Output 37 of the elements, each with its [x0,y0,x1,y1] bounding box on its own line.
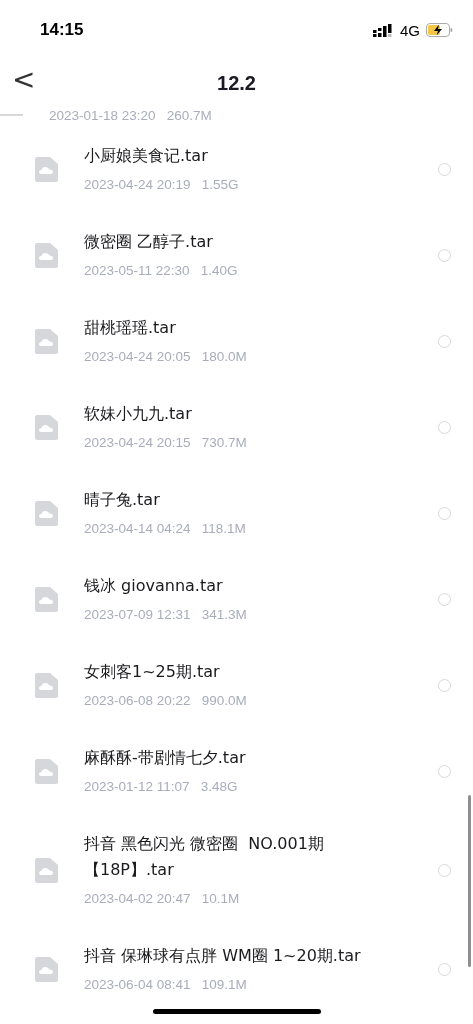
file-name: 晴子兔.tar [84,489,161,511]
file-cloud-icon [35,857,58,883]
file-name: 甜桃瑶瑶.tar [84,317,177,339]
file-name: 抖音 保琳球有点胖 WM圈 1~20期.tar [84,945,362,967]
back-button[interactable]: < [0,60,48,100]
file-date-size: 2023-04-24 20:19 1.55G [84,176,240,194]
network-type: 4G [400,21,420,39]
file-cloud-icon [35,758,58,784]
file-date-size: 2023-01-12 11:07 3.48G [84,778,239,796]
file-cloud-icon [35,414,58,440]
file-date-size: 2023-04-02 20:47 10.1M [84,890,241,908]
battery-charging-icon [426,23,453,37]
status-time: 14:15 [40,20,85,40]
file-name: 小厨娘美食记.tar [84,145,209,167]
file-date-size: 2023-04-24 20:15 730.7M [84,434,248,452]
file-cloud-icon [35,156,58,182]
file-cloud-icon [35,328,58,354]
file-date-size: 2023-07-09 12:31 341.3M [84,606,248,624]
file-name: 钱冰 giovanna.tar [84,575,224,597]
file-date-size: 2023-05-11 22:30 1.40G [84,262,239,280]
file-cloud-icon [35,956,58,982]
file-cloud-icon [35,672,58,698]
file-cloud-icon [35,242,58,268]
file-cloud-icon [35,500,58,526]
file-name: 女刺客1~25期.tar [84,661,221,683]
file-name: 微密圈 乙醇子.tar [84,231,214,253]
file-date-size: 2023-01-18 23:20 260.7M [49,107,212,125]
file-date-size: 2023-06-04 08:41 109.1M [84,976,248,994]
file-name: 软妹小九九.tar [84,403,193,425]
file-cloud-icon [35,586,58,612]
file-date-size: 2023-06-08 20:22 990.0M [84,692,248,710]
page-title: 12.2 [217,71,256,94]
signal-icon [373,23,394,37]
file-name: 麻酥酥-带剧情七夕.tar [84,747,247,769]
file-date-size: 2023-04-14 04:24 118.1M [84,520,247,538]
file-name: 抖音 黑色闪光 微密圈 NO.001期【18P】.tar [84,833,325,881]
file-date-size: 2023-04-24 20:05 180.0M [84,348,248,366]
